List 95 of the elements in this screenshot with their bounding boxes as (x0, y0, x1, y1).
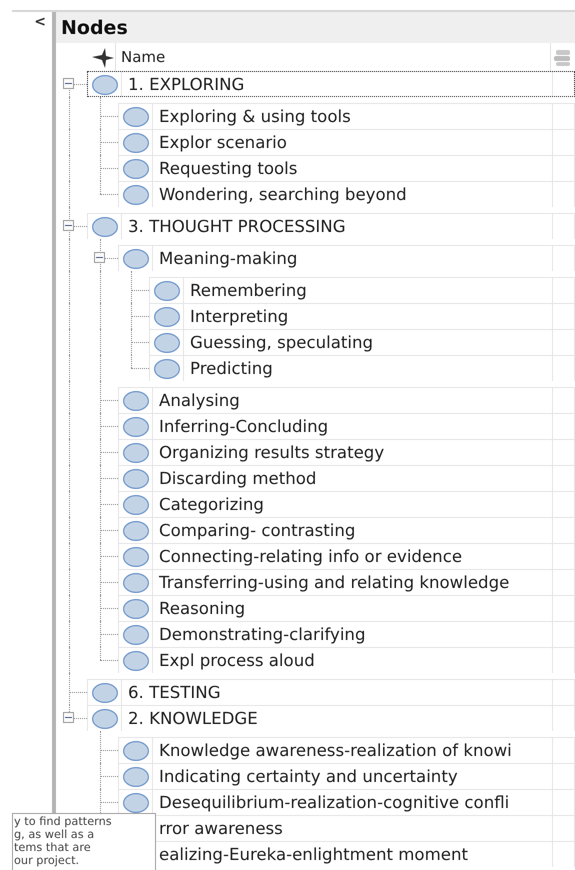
node-row[interactable]: Indicating certainty and uncertainty (118, 763, 575, 789)
node-icon (122, 520, 148, 540)
node-name: 2. KNOWLEDGE (128, 709, 258, 728)
collapse-toggle[interactable] (63, 220, 74, 231)
node-name: Knowledge awareness-realization of knowi (159, 741, 512, 760)
node-row[interactable]: Analysing (118, 387, 575, 413)
node-row[interactable]: 3. THOUGHT PROCESSING (87, 213, 575, 239)
node-name: rror awareness (159, 819, 283, 838)
node-icon (122, 132, 148, 152)
node-name: Connecting-relating info or evidence (159, 547, 462, 566)
node-row[interactable]: Comparing- contrasting (118, 517, 575, 543)
node-name: Requesting tools (159, 159, 298, 178)
node-icon (154, 306, 180, 326)
node-name: Exploring & using tools (159, 107, 351, 126)
node-row[interactable]: Desequilibrium-realization-cognitive confli (118, 789, 575, 815)
node-icon (122, 248, 148, 268)
collapse-toggle[interactable] (63, 712, 74, 723)
node-name: Expl process aloud (159, 651, 315, 670)
tooltip-text: tems that are (14, 841, 92, 854)
node-row[interactable]: Requesting tools (118, 155, 575, 181)
node-icon (122, 740, 148, 760)
node-row[interactable]: Exploring & using tools (118, 103, 575, 129)
node-icon (122, 494, 148, 514)
node-name: Analysing (159, 391, 240, 410)
node-row[interactable]: Predicting (149, 355, 575, 381)
node-icon (122, 598, 148, 618)
tooltip-text: y to find patterns (14, 815, 113, 828)
node-name: Meaning-making (159, 249, 298, 268)
node-icon (122, 416, 148, 436)
node-row[interactable]: Categorizing (118, 491, 575, 517)
node-row[interactable]: Wondering, searching beyond (118, 181, 575, 207)
node-name: Inferring-Concluding (159, 417, 328, 436)
node-icon (122, 572, 148, 592)
node-icon (154, 332, 180, 352)
node-row[interactable]: Transferring-using and relating knowledge (118, 569, 575, 595)
node-row[interactable]: Organizing results strategy (118, 439, 575, 465)
node-icon (122, 106, 148, 126)
panel-title: Nodes (61, 16, 128, 38)
node-name: Reasoning (159, 599, 246, 618)
node-name: 3. THOUGHT PROCESSING (128, 217, 346, 236)
node-row[interactable]: Knowledge awareness-realization of knowi (118, 737, 575, 763)
node-icon (122, 468, 148, 488)
node-name: Transferring-using and relating knowledge (159, 573, 510, 592)
node-name: Remembering (190, 281, 307, 300)
tooltip-text: our project. (14, 854, 80, 867)
node-name: Organizing results strategy (159, 443, 384, 462)
collapse-toggle[interactable] (94, 252, 105, 263)
node-icon (122, 546, 148, 566)
node-icon (92, 682, 118, 702)
node-row[interactable]: Inferring-Concluding (118, 413, 575, 439)
node-icon (122, 650, 148, 670)
node-icon (154, 358, 180, 378)
node-name: Guessing, speculating (190, 333, 374, 352)
node-icon (122, 442, 148, 462)
node-icon (122, 158, 148, 178)
node-icon (122, 390, 148, 410)
node-icon (92, 74, 118, 94)
node-row[interactable]: 1. EXPLORING (87, 71, 575, 97)
node-icon (122, 624, 148, 644)
node-name: Interpreting (190, 307, 288, 326)
node-icon (122, 792, 148, 812)
node-name: Categorizing (159, 495, 264, 514)
node-row[interactable]: Reasoning (118, 595, 575, 621)
node-name: Comparing- contrasting (159, 521, 356, 540)
star-icon[interactable] (92, 48, 114, 68)
node-name: Wondering, searching beyond (159, 185, 407, 204)
node-name: 1. EXPLORING (128, 75, 244, 94)
node-row[interactable]: Demonstrating-clarifying (118, 621, 575, 647)
collapse-button[interactable]: < (34, 14, 46, 30)
node-row[interactable]: Explor scenario (118, 129, 575, 155)
stack-icon (554, 48, 570, 66)
node-row[interactable]: Expl process aloud (118, 647, 575, 673)
node-name: 6. TESTING (128, 683, 221, 702)
node-name: Discarding method (159, 469, 316, 488)
node-row[interactable]: Connecting-relating info or evidence (118, 543, 575, 569)
node-row[interactable]: Meaning-making (118, 245, 575, 271)
node-row[interactable]: 6. TESTING (87, 679, 575, 705)
collapse-toggle[interactable] (63, 78, 74, 89)
node-row[interactable]: Guessing, speculating (149, 329, 575, 355)
node-row[interactable]: Discarding method (118, 465, 575, 491)
node-name: ealizing-Eureka-enlightment moment (159, 845, 468, 864)
node-name: Demonstrating-clarifying (159, 625, 366, 644)
node-icon (122, 766, 148, 786)
node-icon (122, 184, 148, 204)
node-name: Predicting (190, 359, 273, 378)
node-icon (92, 216, 118, 236)
tooltip-text: g, as well as a (14, 828, 96, 841)
node-name: Desequilibrium-realization-cognitive confli (159, 793, 510, 812)
node-row[interactable]: 2. KNOWLEDGE (87, 705, 575, 731)
node-name: Explor scenario (159, 133, 287, 152)
node-name: Indicating certainty and uncertainty (159, 767, 458, 786)
node-icon (92, 708, 118, 728)
node-row[interactable]: Interpreting (149, 303, 575, 329)
node-icon (154, 280, 180, 300)
node-row[interactable]: Remembering (149, 277, 575, 303)
